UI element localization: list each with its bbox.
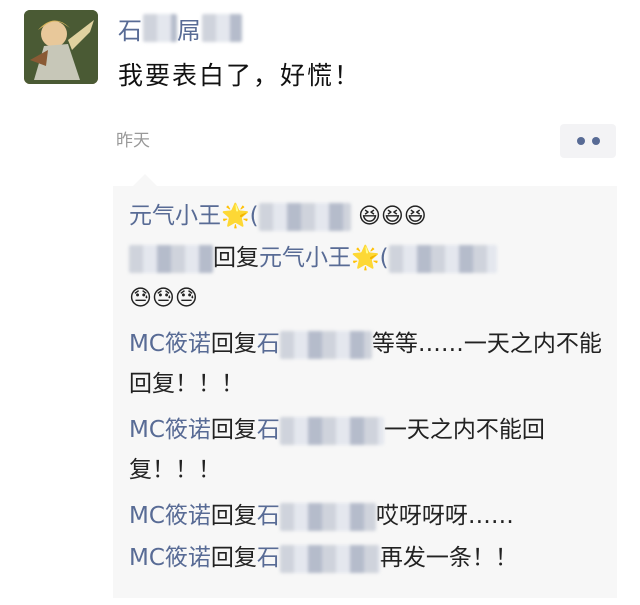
blurred-name — [388, 244, 497, 273]
blurred-name — [143, 14, 177, 42]
blurred-name — [279, 544, 380, 573]
more-button[interactable] — [560, 124, 616, 158]
comment-author[interactable]: MC筱诺 — [129, 417, 211, 443]
reply-label: 回复 — [213, 245, 259, 271]
post-content: 我要表白了，好慌！ — [118, 61, 362, 90]
blurred-name — [279, 502, 376, 531]
comment-author[interactable]: MC筱诺 — [129, 331, 211, 357]
comment-item[interactable]: 回复元气小王🌟( 😓😓😓 — [129, 238, 607, 319]
blurred-name — [202, 14, 242, 42]
blurred-name — [279, 330, 372, 359]
comment-author[interactable]: 元气小王🌟( — [129, 203, 259, 229]
reply-label: 回复 — [210, 503, 257, 529]
reply-target[interactable]: 石 — [257, 503, 280, 529]
comment-item[interactable]: MC筱诺回复石 一天之内不能回复！！！ — [129, 410, 607, 490]
comments-panel: 元气小王🌟( 😆😆😆 回复元气小王🌟( 😓😓😓 MC筱诺回复石 等等……一天之内不… — [113, 174, 617, 598]
reply-target[interactable]: 石 — [257, 331, 280, 357]
comment-author[interactable]: MC筱诺 — [129, 545, 211, 571]
more-dots-icon — [576, 137, 585, 145]
reply-label: 回复 — [210, 545, 257, 571]
author-name: 石 — [118, 16, 143, 45]
reply-target[interactable]: 石 — [257, 545, 280, 571]
comment-text: 再发一条！！ — [379, 545, 518, 571]
moments-post: 石 屌 我要表白了，好慌！ 昨天 元气小王🌟( 😆😆😆 回复元气小王🌟( 😓😓😓… — [0, 0, 640, 605]
reply-label: 回复 — [210, 417, 257, 443]
reply-target[interactable]: 石 — [257, 417, 280, 443]
reply-label: 回复 — [210, 331, 257, 357]
post-time: 昨天 — [116, 131, 150, 151]
grin-emoji-icon: 😆😆😆 — [357, 204, 427, 229]
comment-item[interactable]: MC筱诺回复石 等等……一天之内不能回复！！！ — [129, 324, 607, 404]
blurred-name — [279, 416, 384, 445]
comment-text: 哎呀呀呀…… — [375, 503, 514, 529]
comment-item[interactable]: MC筱诺回复石 哎呀呀呀…… — [129, 496, 607, 536]
avatar[interactable] — [24, 10, 98, 84]
author-name-hidden: 屌 — [177, 16, 202, 45]
blurred-name — [129, 244, 213, 273]
comment-item[interactable]: 元气小王🌟( 😆😆😆 — [129, 196, 607, 237]
more-dots-icon — [591, 137, 600, 145]
sweat-emoji-icon: 😓😓😓 — [129, 286, 198, 311]
post-author[interactable]: 石 屌 — [118, 12, 242, 45]
blurred-name — [258, 202, 351, 231]
reply-target[interactable]: 元气小王🌟( — [259, 245, 389, 271]
comment-item[interactable]: MC筱诺回复石 再发一条！！ — [129, 538, 607, 578]
comment-author[interactable]: MC筱诺 — [129, 503, 211, 529]
